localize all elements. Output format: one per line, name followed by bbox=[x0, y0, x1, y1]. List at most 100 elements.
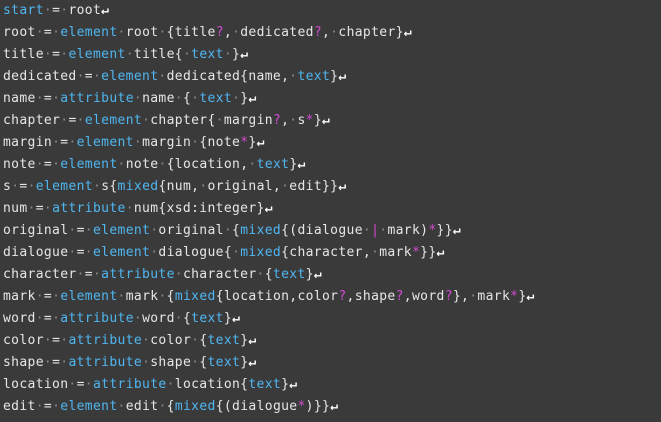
newline-marker-icon: ↵ bbox=[330, 399, 339, 414]
punctuation-token: {(dialogue bbox=[281, 223, 363, 238]
whitespace-marker: · bbox=[76, 113, 85, 128]
identifier-token: character bbox=[3, 267, 77, 282]
whitespace-marker: · bbox=[158, 289, 167, 304]
code-line[interactable]: mark·=·element·mark·{mixed{location,colo… bbox=[0, 286, 661, 308]
modifier-token: ? bbox=[444, 289, 453, 304]
punctuation-token: ,shape bbox=[346, 289, 396, 304]
keyword-token: element bbox=[35, 179, 93, 194]
identifier-token: edit bbox=[3, 399, 36, 414]
keyword-token: element bbox=[92, 245, 151, 260]
punctuation-token: {note bbox=[199, 135, 241, 150]
identifier-token: original bbox=[158, 223, 224, 238]
punctuation-token: }, bbox=[452, 289, 470, 304]
identifier-token: dedicated bbox=[3, 69, 77, 84]
keyword-token: attribute bbox=[52, 201, 126, 216]
whitespace-marker: · bbox=[223, 47, 233, 62]
identifier-token: dialogue bbox=[3, 245, 69, 260]
code-line[interactable]: original·=·element·original·{mixed{(dial… bbox=[0, 220, 661, 242]
code-line[interactable]: color·=·attribute·color·{text}↵ bbox=[0, 330, 661, 352]
keyword-token: mixed bbox=[174, 399, 216, 414]
code-line[interactable]: edit·=·element·edit·{mixed{(dialogue*)}}… bbox=[0, 396, 661, 418]
identifier-token: root bbox=[68, 3, 102, 18]
keyword-token: element bbox=[68, 47, 126, 62]
keyword-token: attribute bbox=[92, 377, 167, 392]
identifier-token: color bbox=[3, 333, 44, 348]
code-line[interactable]: root·=·element·root·{title?,·dedicated?,… bbox=[0, 22, 661, 44]
punctuation-token: {(dialogue bbox=[215, 399, 298, 414]
identifier-token: dialogue{ bbox=[158, 245, 233, 260]
whitespace-marker: · bbox=[142, 333, 151, 348]
identifier-token: name bbox=[3, 91, 36, 106]
whitespace-marker: · bbox=[133, 311, 143, 326]
punctuation-token: } bbox=[305, 267, 314, 282]
whitespace-marker: · bbox=[43, 355, 53, 370]
punctuation-token: {location, bbox=[166, 157, 249, 172]
whitespace-marker: · bbox=[68, 377, 77, 392]
code-line[interactable]: location·=·attribute·location{text}↵ bbox=[0, 374, 661, 396]
keyword-token: text bbox=[272, 267, 306, 282]
modifier-token: ? bbox=[395, 289, 404, 304]
newline-marker-icon: ↵ bbox=[338, 179, 347, 194]
punctuation-token: { bbox=[232, 223, 241, 238]
newline-marker-icon: ↵ bbox=[403, 25, 413, 40]
whitespace-marker: · bbox=[158, 399, 167, 414]
code-line[interactable]: start·=·root↵ bbox=[0, 0, 661, 22]
keyword-token: element bbox=[92, 223, 151, 238]
code-line[interactable]: word·=·attribute·word·{text}↵ bbox=[0, 308, 661, 330]
code-line[interactable]: num·=·attribute·num{xsd:integer}↵ bbox=[0, 198, 661, 220]
identifier-token: edit bbox=[125, 399, 159, 414]
newline-marker-icon: ↵ bbox=[256, 135, 265, 150]
code-line[interactable]: character·=·attribute·character·{text}↵ bbox=[0, 264, 661, 286]
code-editor[interactable]: start·=·root↵ root·=·element·root·{title?… bbox=[0, 0, 661, 422]
whitespace-marker: · bbox=[174, 91, 183, 106]
whitespace-marker: · bbox=[133, 91, 143, 106]
whitespace-marker: · bbox=[76, 69, 85, 84]
code-line[interactable]: dialogue·=·element·dialogue{·mixed{chara… bbox=[0, 242, 661, 264]
code-line[interactable]: dedicated·=·element·dedicated{name,·text… bbox=[0, 66, 661, 88]
punctuation-token: = bbox=[43, 91, 53, 106]
newline-marker-icon: ↵ bbox=[436, 245, 445, 260]
punctuation-token: = bbox=[76, 377, 85, 392]
identifier-token: word bbox=[3, 311, 36, 326]
code-line[interactable]: shape·=·attribute·shape·{text}↵ bbox=[0, 352, 661, 374]
punctuation-token: { bbox=[199, 355, 208, 370]
keyword-token: text bbox=[199, 91, 233, 106]
punctuation-token: { bbox=[199, 333, 208, 348]
punctuation-token: { bbox=[166, 399, 175, 414]
whitespace-marker: · bbox=[27, 179, 36, 194]
identifier-token: color bbox=[150, 333, 192, 348]
identifier-token: title{ bbox=[133, 47, 183, 62]
identifier-token: s bbox=[3, 179, 12, 194]
whitespace-marker: · bbox=[27, 201, 36, 216]
keyword-token: start bbox=[3, 3, 44, 18]
identifier-token: s bbox=[297, 113, 306, 128]
newline-marker-icon: ↵ bbox=[240, 47, 249, 62]
punctuation-token: = bbox=[43, 25, 53, 40]
punctuation-token: { bbox=[182, 91, 192, 106]
punctuation-token: { bbox=[182, 311, 192, 326]
identifier-token: margin bbox=[142, 135, 192, 150]
keyword-token: text bbox=[256, 157, 290, 172]
code-line[interactable]: s·=·element·s{mixed{num,·original,·edit}… bbox=[0, 176, 661, 198]
code-line[interactable]: margin·=·element·margin·{note*}↵ bbox=[0, 132, 661, 154]
code-line[interactable]: chapter·=·element·chapter{·margin?,·s*}↵ bbox=[0, 110, 661, 132]
whitespace-marker: · bbox=[35, 289, 44, 304]
identifier-token: s{ bbox=[101, 179, 118, 194]
code-line[interactable]: name·=·attribute·name·{·text·}↵ bbox=[0, 88, 661, 110]
punctuation-token: } bbox=[313, 113, 323, 128]
identifier-token: chapter} bbox=[338, 25, 404, 40]
punctuation-token: } bbox=[289, 157, 298, 172]
code-line[interactable]: title·=·element·title{·text·}↵ bbox=[0, 44, 661, 66]
whitespace-marker: · bbox=[92, 267, 102, 282]
code-line[interactable]: note·=·element·note·{location,·text}↵ bbox=[0, 154, 661, 176]
punctuation-token: ,word bbox=[403, 289, 445, 304]
punctuation-token: }} bbox=[436, 223, 453, 238]
whitespace-marker: · bbox=[117, 157, 126, 172]
keyword-token: attribute bbox=[60, 91, 134, 106]
identifier-token: chapter bbox=[3, 113, 61, 128]
whitespace-marker: · bbox=[215, 113, 224, 128]
punctuation-token: = bbox=[43, 157, 53, 172]
identifier-token: mark bbox=[477, 289, 511, 304]
whitespace-marker: · bbox=[35, 25, 44, 40]
identifier-token: mark bbox=[3, 289, 36, 304]
